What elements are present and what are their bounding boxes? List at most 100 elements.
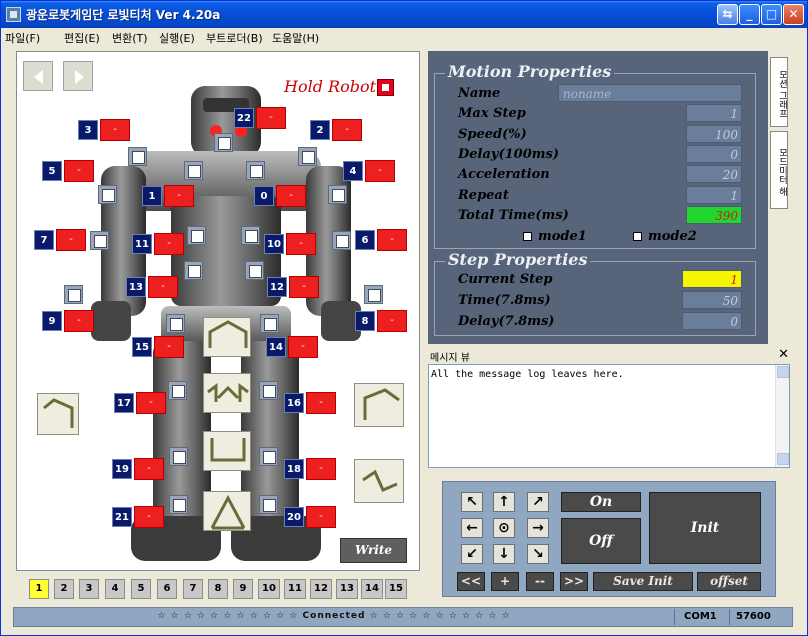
servo-12-checkbox[interactable]	[245, 261, 264, 280]
restore-icon[interactable]: ⇆	[717, 4, 738, 25]
servo-8-checkbox[interactable]	[364, 285, 383, 304]
servo-15-value[interactable]: -	[154, 336, 184, 358]
servo-10-checkbox[interactable]	[241, 226, 260, 245]
name-field[interactable]: noname	[558, 84, 742, 102]
servo-5-value[interactable]: -	[64, 160, 94, 182]
servo-17-checkbox[interactable]	[168, 381, 187, 400]
dir-down-button[interactable]: ↓	[493, 544, 515, 564]
motion-kick-button[interactable]	[354, 459, 404, 503]
prev-button[interactable]	[23, 61, 53, 91]
write-button[interactable]: Write	[340, 538, 407, 563]
motion-down-button[interactable]	[203, 431, 251, 471]
delay-field[interactable]: 0	[686, 145, 742, 163]
acceleration-field[interactable]: 20	[686, 165, 742, 183]
servo-18-value[interactable]: -	[306, 458, 336, 480]
step-5-button[interactable]: 5	[131, 579, 151, 599]
step-14-button[interactable]: 14	[361, 579, 383, 599]
servo-13-value[interactable]: -	[148, 276, 178, 298]
hold-robot-checkbox[interactable]	[377, 79, 394, 96]
servo-20-checkbox[interactable]	[259, 495, 278, 514]
servo-7-checkbox[interactable]	[90, 231, 109, 250]
servo-3-checkbox[interactable]	[128, 147, 147, 166]
servo-13-checkbox[interactable]	[184, 261, 203, 280]
rewind-button[interactable]: <<	[457, 572, 485, 591]
menu-file[interactable]: 파일(F)	[5, 30, 40, 46]
dir-up-button[interactable]: ↑	[493, 492, 515, 512]
servo-5-checkbox[interactable]	[98, 185, 117, 204]
scroll-down-icon[interactable]	[777, 453, 789, 465]
servo-16-checkbox[interactable]	[259, 381, 278, 400]
servo-4-value[interactable]: -	[365, 160, 395, 182]
mode1-box[interactable]	[523, 232, 532, 241]
servo-1-checkbox[interactable]	[184, 161, 203, 180]
servo-20-value[interactable]: -	[306, 506, 336, 528]
servo-8-value[interactable]: -	[377, 310, 407, 332]
mode2-box[interactable]	[633, 232, 642, 241]
servo-21-value[interactable]: -	[134, 506, 164, 528]
step-10-button[interactable]: 10	[258, 579, 280, 599]
maximize-button[interactable]: □	[761, 4, 782, 25]
motion-walk-button[interactable]	[203, 491, 251, 531]
message-log[interactable]: All the message log leaves here.	[428, 364, 790, 468]
menu-edit[interactable]: 편집(E)	[64, 30, 100, 46]
step-3-button[interactable]: 3	[79, 579, 99, 599]
step-15-button[interactable]: 15	[385, 579, 407, 599]
plus-button[interactable]: +	[491, 572, 519, 591]
servo-4-checkbox[interactable]	[328, 185, 347, 204]
dir-left-button[interactable]: ←	[461, 518, 483, 538]
motion-sideways-button[interactable]	[203, 373, 251, 413]
step-2-button[interactable]: 2	[54, 579, 74, 599]
max-step-field[interactable]: 1	[686, 104, 742, 122]
step-7-button[interactable]: 7	[183, 579, 203, 599]
tab-mode-meter[interactable]: 모드미터 해	[770, 131, 788, 209]
servo-0-checkbox[interactable]	[246, 161, 265, 180]
servo-21-checkbox[interactable]	[169, 495, 188, 514]
step-9-button[interactable]: 9	[233, 579, 253, 599]
dir-up-left-button[interactable]: ↖	[461, 492, 483, 512]
servo-1-value[interactable]: -	[164, 185, 194, 207]
servo-18-checkbox[interactable]	[259, 447, 278, 466]
menu-convert[interactable]: 변환(T)	[112, 30, 148, 46]
servo-9-checkbox[interactable]	[64, 285, 83, 304]
step-6-button[interactable]: 6	[157, 579, 177, 599]
save-init-button[interactable]: Save Init	[593, 572, 693, 591]
offset-button[interactable]: offset	[697, 572, 761, 591]
tab-motion-graph[interactable]: 모션 그래프	[770, 57, 788, 127]
servo-6-value[interactable]: -	[377, 229, 407, 251]
servo-15-checkbox[interactable]	[166, 314, 185, 333]
servo-7-value[interactable]: -	[56, 229, 86, 251]
servo-14-value[interactable]: -	[288, 336, 318, 358]
mode2-checkbox[interactable]: mode2	[633, 229, 697, 244]
servo-2-checkbox[interactable]	[298, 147, 317, 166]
dir-right-button[interactable]: →	[527, 518, 549, 538]
servo-19-checkbox[interactable]	[169, 447, 188, 466]
menu-help[interactable]: 도움말(H)	[272, 30, 319, 46]
servo-22-value[interactable]: -	[256, 107, 286, 129]
motion-right-arm-button[interactable]	[354, 383, 404, 427]
step-delay-field[interactable]: 0	[682, 312, 742, 330]
motion-up-button[interactable]	[203, 317, 251, 357]
minus-button[interactable]: --	[526, 572, 554, 591]
servo-14-checkbox[interactable]	[260, 314, 279, 333]
close-button[interactable]: ✕	[783, 4, 804, 25]
message-view-close-icon[interactable]: ✕	[778, 347, 789, 362]
servo-22-checkbox[interactable]	[214, 133, 233, 152]
servo-6-checkbox[interactable]	[332, 231, 351, 250]
servo-9-value[interactable]: -	[64, 310, 94, 332]
dir-down-right-button[interactable]: ↘	[527, 544, 549, 564]
scroll-up-icon[interactable]	[777, 366, 789, 378]
speed-field[interactable]: 100	[686, 125, 742, 143]
servo-0-value[interactable]: -	[276, 185, 306, 207]
dir-center-button[interactable]: ⊙	[493, 518, 515, 538]
dir-up-right-button[interactable]: ↗	[527, 492, 549, 512]
servo-11-value[interactable]: -	[154, 233, 184, 255]
next-button[interactable]	[63, 61, 93, 91]
init-button[interactable]: Init	[649, 492, 761, 564]
step-11-button[interactable]: 11	[284, 579, 306, 599]
servo-17-value[interactable]: -	[136, 392, 166, 414]
step-12-button[interactable]: 12	[310, 579, 332, 599]
step-8-button[interactable]: 8	[208, 579, 228, 599]
off-button[interactable]: Off	[561, 518, 641, 564]
menu-bootloader[interactable]: 부트로더(B)	[206, 30, 263, 46]
servo-12-value[interactable]: -	[289, 276, 319, 298]
